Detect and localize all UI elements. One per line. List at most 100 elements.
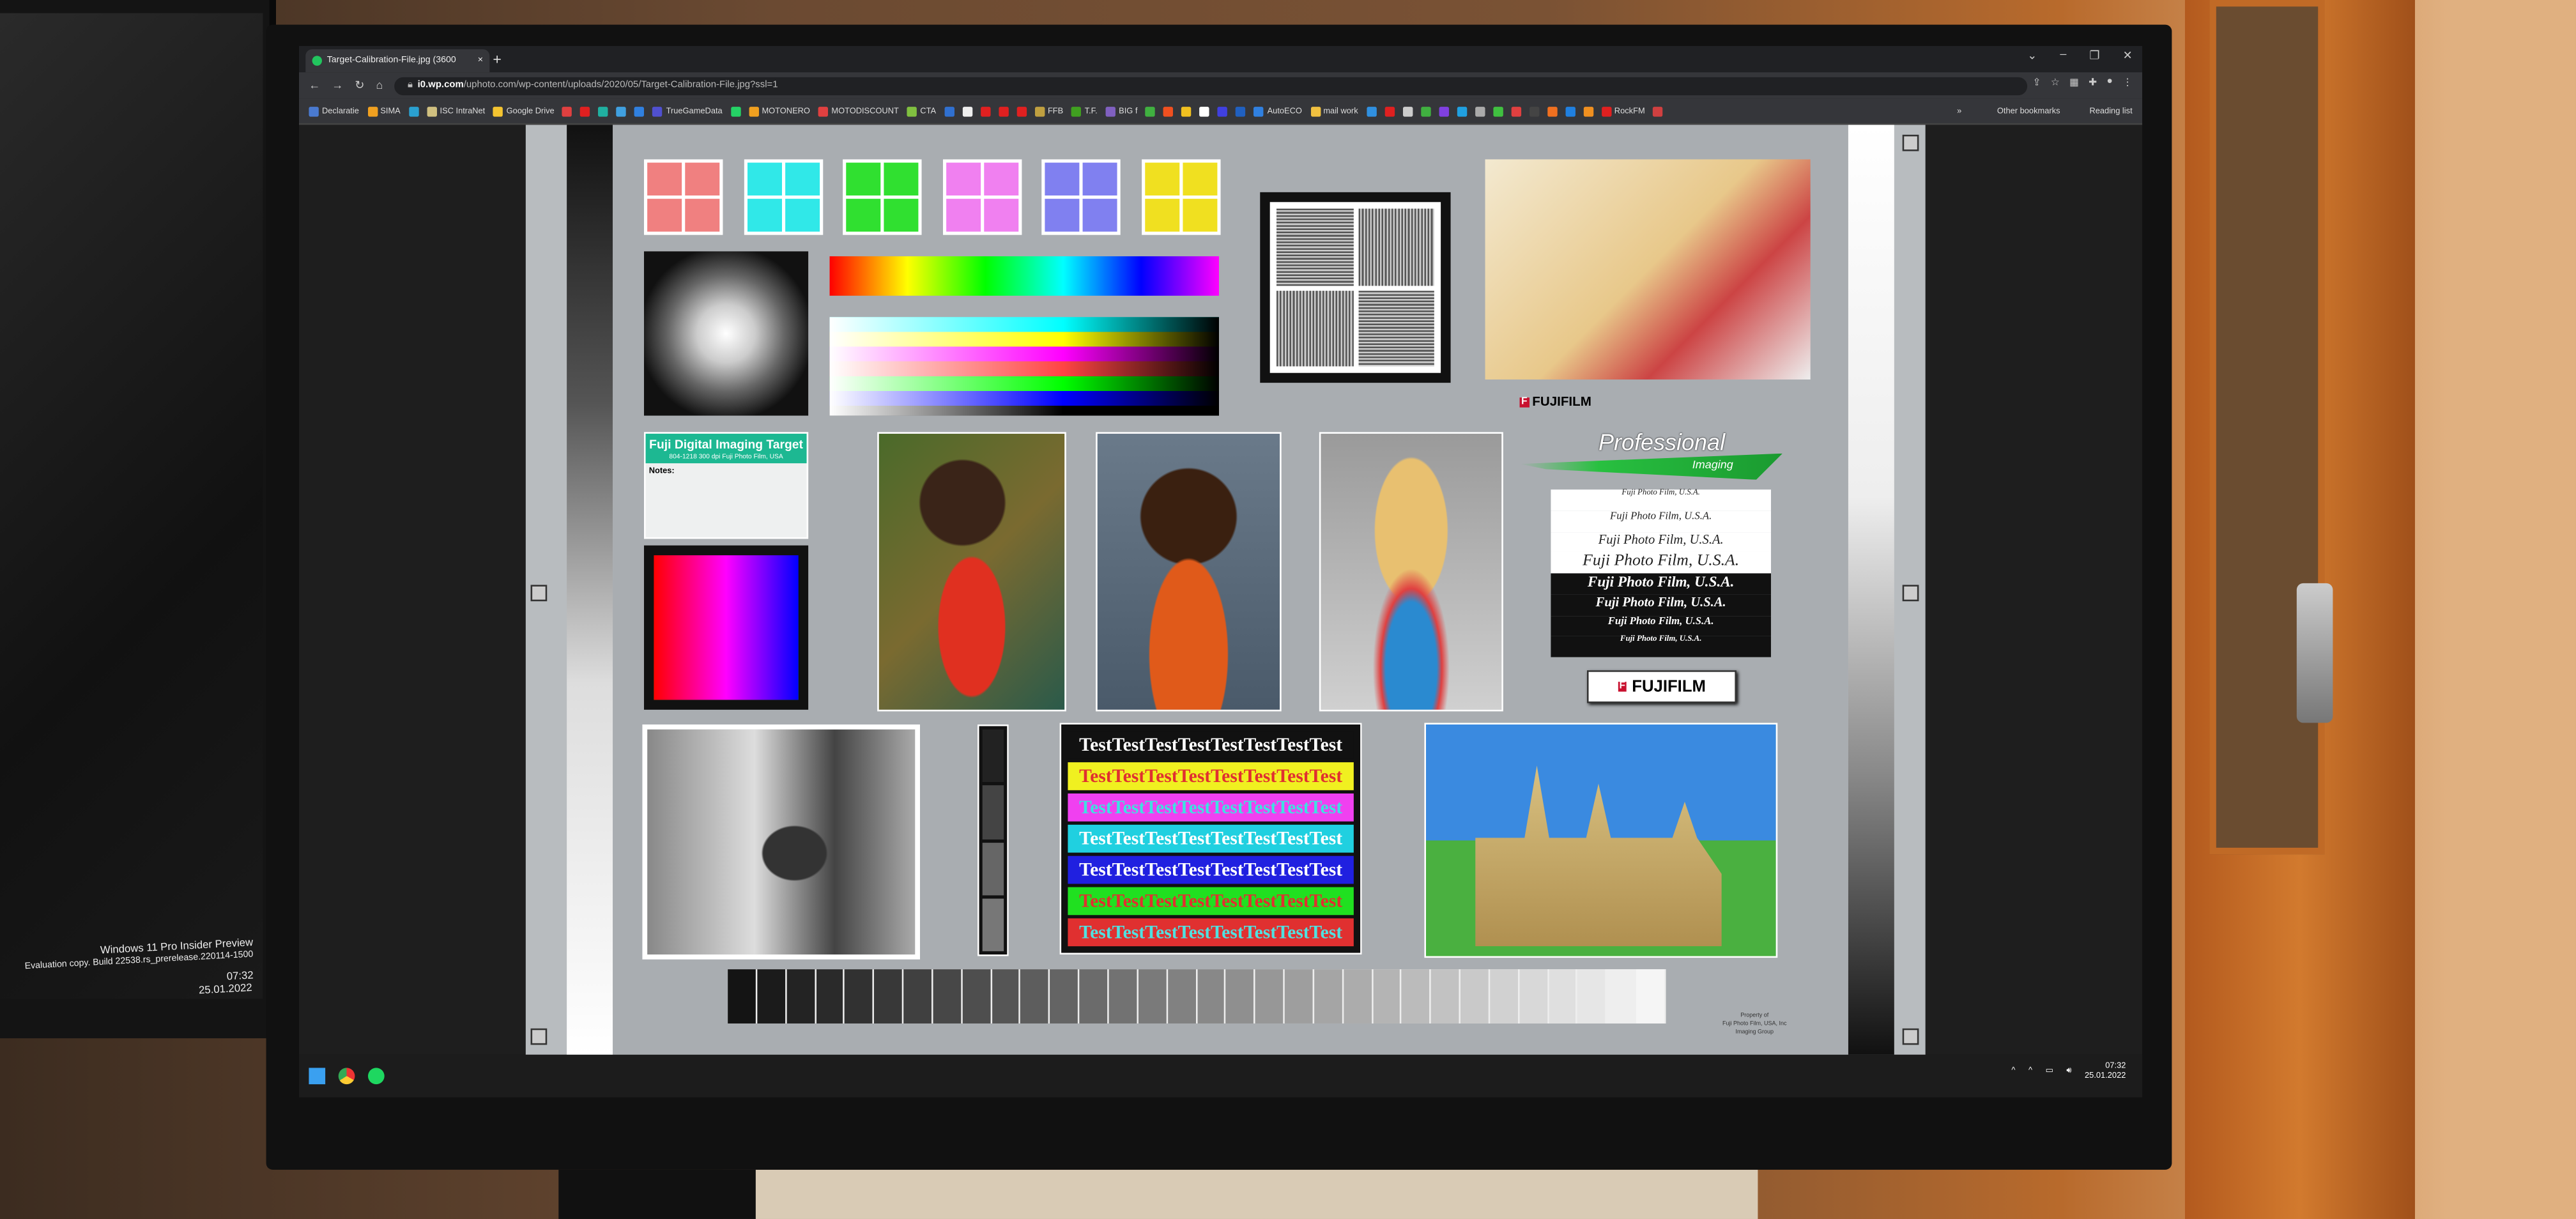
bookmark-item[interactable]: T.F. xyxy=(1071,105,1098,116)
clock-date[interactable]: 25.01.2022 xyxy=(2085,1071,2126,1081)
close-tab-icon[interactable]: × xyxy=(478,56,483,65)
bookmark-item[interactable]: MOTONERO xyxy=(748,105,810,116)
chevron-up-icon[interactable]: ^ xyxy=(2011,1066,2015,1076)
extension-icon[interactable]: ▦ xyxy=(2069,77,2079,88)
bookmark-item[interactable] xyxy=(1510,105,1521,116)
gray-patch xyxy=(1079,969,1109,1023)
bookmark-item[interactable] xyxy=(1016,105,1027,116)
bookmark-item[interactable] xyxy=(1163,105,1174,116)
bookmark-item[interactable] xyxy=(1565,105,1575,116)
bookmark-item[interactable] xyxy=(1420,105,1430,116)
bookmark-item[interactable]: FFB xyxy=(1034,105,1064,116)
bookmark-item[interactable] xyxy=(1218,105,1228,116)
gray-patch xyxy=(1460,969,1491,1023)
bookmark-item[interactable] xyxy=(962,105,972,116)
bookmark-item[interactable]: CTA xyxy=(907,105,936,116)
gray-patch xyxy=(962,969,992,1023)
bookmark-item[interactable]: SIMA xyxy=(367,105,401,116)
bookmark-item[interactable] xyxy=(1583,105,1593,116)
bookmark-item[interactable] xyxy=(1438,105,1449,116)
bookmark-item[interactable]: Declaratie xyxy=(309,105,359,116)
forward-icon[interactable]: → xyxy=(332,80,343,91)
bookmark-item[interactable] xyxy=(634,105,645,116)
close-window-icon[interactable]: ✕ xyxy=(2123,49,2133,63)
bookmark-item[interactable] xyxy=(730,105,741,116)
bookmark-item[interactable] xyxy=(1181,105,1192,116)
bookmark-item[interactable]: mail work xyxy=(1310,105,1358,116)
clock-time[interactable]: 07:32 xyxy=(2085,1061,2126,1071)
other-bookmarks[interactable]: Other bookmarks xyxy=(1997,106,2060,116)
back-icon[interactable]: ← xyxy=(309,80,320,91)
gray-patch xyxy=(728,969,758,1023)
bookmark-icon xyxy=(1310,105,1321,116)
bookmark-icon xyxy=(1565,105,1575,116)
bookmark-item[interactable]: MOTODISCOUNT xyxy=(818,105,899,116)
bookmark-item[interactable] xyxy=(1547,105,1557,116)
home-icon[interactable]: ⌂ xyxy=(376,80,383,91)
bookmark-item[interactable] xyxy=(408,105,419,116)
gray-patch xyxy=(1636,969,1666,1023)
vertical-gray-step xyxy=(977,724,1009,956)
reload-icon[interactable]: ↻ xyxy=(355,79,364,92)
test-row: TestTestTestTestTestTestTestTest xyxy=(1068,762,1354,790)
start-icon[interactable] xyxy=(309,1068,326,1085)
star-icon[interactable]: ☆ xyxy=(2051,77,2060,88)
fujifilm-badge: F FUJIFILM xyxy=(1586,670,1736,703)
bookmark-item[interactable] xyxy=(1366,105,1376,116)
spotify-icon[interactable] xyxy=(367,1068,385,1085)
bookmark-item[interactable] xyxy=(1475,105,1485,116)
bookmark-item[interactable] xyxy=(980,105,990,116)
menu-icon[interactable]: ⋮ xyxy=(2122,77,2132,88)
chrome-icon[interactable] xyxy=(338,1068,355,1085)
left-monitor-screen: Windows 11 Pro Insider Preview Evaluatio… xyxy=(0,13,263,999)
bookmark-icon xyxy=(1181,105,1192,116)
bookmark-item[interactable] xyxy=(1529,105,1539,116)
minimize-icon[interactable]: – xyxy=(2060,49,2066,63)
volume-icon[interactable]: 🔊︎ xyxy=(2066,1066,2071,1076)
bookmark-item[interactable]: AutoECO xyxy=(1254,105,1302,116)
browser-tab[interactable]: Target-Calibration-File.jpg (3600 × xyxy=(305,49,490,73)
share-icon[interactable]: ⇪ xyxy=(2032,77,2041,88)
reading-list[interactable]: Reading list xyxy=(2089,106,2132,116)
bookmark-item[interactable] xyxy=(998,105,1009,116)
bookmark-item[interactable]: Google Drive xyxy=(493,105,555,116)
bookmark-item[interactable] xyxy=(1146,105,1156,116)
network-icon[interactable]: ▭ xyxy=(2046,1066,2053,1076)
test-row: TestTestTestTestTestTestTestTest xyxy=(1068,793,1354,822)
bookmark-item[interactable] xyxy=(1402,105,1413,116)
gray-patch xyxy=(1372,969,1402,1023)
bookmark-item[interactable]: TrueGameData xyxy=(653,105,723,116)
address-bar[interactable]: 🔒︎ i0.wp.com/uphoto.com/wp-content/uploa… xyxy=(394,76,2028,95)
bookmark-icon xyxy=(907,105,917,116)
monitor-stand xyxy=(558,1169,756,1219)
tab-search-icon[interactable]: ⌄ xyxy=(2027,49,2037,63)
horizontal-gray-step xyxy=(728,969,1666,1023)
gray-patch xyxy=(815,969,845,1023)
bookmark-item[interactable] xyxy=(599,105,609,116)
bookmark-item[interactable]: BIG f xyxy=(1105,105,1137,116)
puzzle-icon[interactable]: ✚ xyxy=(2089,77,2097,88)
bookmark-icon xyxy=(1653,105,1663,116)
bookmark-item[interactable] xyxy=(580,105,591,116)
bookmark-item[interactable] xyxy=(1236,105,1246,116)
color-swatch xyxy=(942,159,1022,235)
bookmark-item[interactable] xyxy=(944,105,954,116)
bookmark-item[interactable] xyxy=(1653,105,1663,116)
restore-icon[interactable]: ❐ xyxy=(2089,49,2099,63)
bookmark-item[interactable] xyxy=(1200,105,1210,116)
bookmark-item[interactable]: ISC IntraNet xyxy=(426,105,486,116)
typography-line: Fuji Photo Film, U.S.A. xyxy=(1551,552,1771,574)
bookmark-item[interactable] xyxy=(1384,105,1395,116)
bookmark-item[interactable]: RockFM xyxy=(1601,105,1645,116)
new-tab-button[interactable]: + xyxy=(493,51,502,68)
chevron-up-icon[interactable]: ^ xyxy=(2028,1066,2032,1076)
bookmark-item[interactable] xyxy=(617,105,627,116)
gray-patch xyxy=(1607,969,1637,1023)
bookmark-item[interactable] xyxy=(562,105,573,116)
bookmark-item[interactable] xyxy=(1456,105,1467,116)
bookmark-label: ISC IntraNet xyxy=(440,105,486,116)
bookmark-label: FFB xyxy=(1047,105,1064,116)
profile-icon[interactable]: ● xyxy=(2106,77,2112,89)
bookmark-item[interactable] xyxy=(1492,105,1503,116)
bookmarks-overflow-button[interactable]: » xyxy=(1957,106,1961,116)
